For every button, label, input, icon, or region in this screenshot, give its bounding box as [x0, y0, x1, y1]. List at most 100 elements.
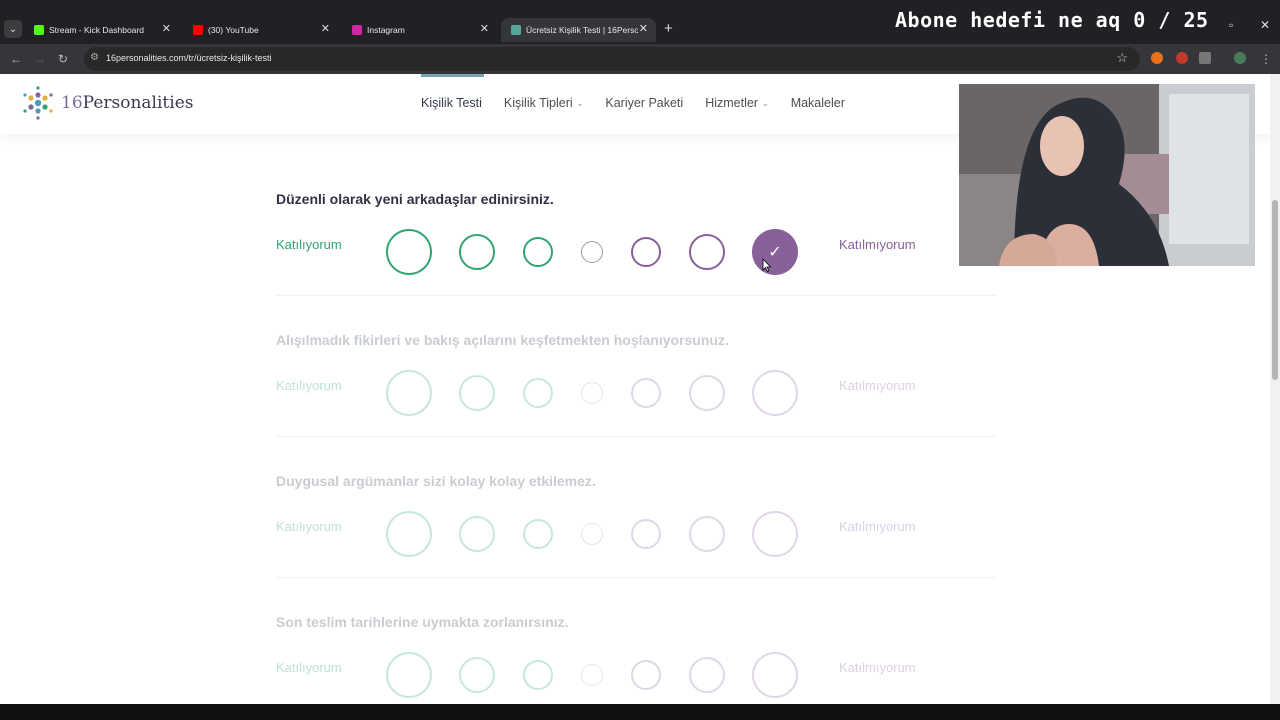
question-block: Son teslim tarihlerine uymakta zorlanırs… [276, 614, 996, 704]
agree-label: Katılıyorum [276, 660, 342, 675]
browser-tab-bar: ⌄ Stream - Kick Dashboard ✕ (30) YouTube ✕ I… [0, 0, 1280, 44]
nav-item-label: Hizmetler [705, 96, 758, 110]
extensions-puzzle-icon[interactable] [1199, 52, 1211, 64]
nav-item-label: Kişilik Testi [421, 96, 482, 110]
tab-favicon-icon [193, 25, 203, 35]
answer-option-4[interactable] [581, 523, 603, 545]
tab-search-icon[interactable]: ⌄ [4, 20, 22, 38]
question-text: Duygusal argümanlar sizi kolay kolay etk… [276, 473, 596, 489]
question-block: Duygusal argümanlar sizi kolay kolay etk… [276, 473, 996, 613]
logo-number: 16 [61, 93, 83, 113]
nav-item[interactable]: Makaleler [791, 96, 845, 110]
tab-close-icon[interactable]: ✕ [480, 22, 489, 35]
bookmark-star-icon[interactable]: ☆ [1116, 50, 1128, 66]
back-icon[interactable]: ← [6, 49, 26, 69]
answer-option-1[interactable] [386, 370, 432, 416]
answer-option-6[interactable] [689, 375, 725, 411]
disagree-label: Katılmıyorum [839, 378, 916, 393]
tab-label: Stream - Kick Dashboard [49, 25, 144, 35]
answer-option-3[interactable] [523, 237, 553, 267]
nav-item-label: Kişilik Tipleri [503, 96, 573, 110]
tab-close-icon[interactable]: ✕ [321, 22, 330, 35]
tab-favicon-icon [352, 25, 362, 35]
disagree-label: Katılmıyorum [839, 237, 916, 252]
stream-overlay-text: Abone hedefi ne aq 0 / 25 [895, 8, 1209, 32]
disagree-label: Katılmıyorum [839, 660, 916, 675]
answer-option-1[interactable] [386, 229, 432, 275]
nav-item[interactable]: Hizmetler ⌄ [705, 96, 769, 110]
extension-icon[interactable] [1151, 52, 1163, 64]
question-text: Son teslim tarihlerine uymakta zorlanırs… [276, 614, 569, 630]
question-block: Düzenli olarak yeni arkadaşlar edinirsin… [276, 191, 996, 331]
nav-item-label: Makaleler [790, 96, 845, 110]
answer-option-2[interactable] [459, 234, 495, 270]
question-text: Düzenli olarak yeni arkadaşlar edinirsin… [276, 191, 554, 207]
site-logo-text[interactable]: 16Personalities [61, 93, 193, 113]
nav-item[interactable]: Kişilik Tipleri ⌄ [504, 96, 583, 110]
answer-option-6[interactable] [689, 234, 725, 270]
agree-label: Katılıyorum [276, 237, 342, 252]
answer-option-2[interactable] [459, 657, 495, 693]
answer-option-7[interactable] [752, 370, 798, 416]
page-scrollbar[interactable] [1270, 74, 1280, 704]
answer-option-7[interactable] [752, 511, 798, 557]
16personalities-logo-icon[interactable] [20, 85, 56, 121]
tab-close-icon[interactable]: ✕ [639, 22, 648, 35]
new-tab-button[interactable]: + [664, 20, 673, 37]
answer-option-3[interactable] [523, 660, 553, 690]
logo-name: Personalities [82, 93, 194, 113]
address-bar[interactable]: ⚙ 16personalities.com/tr/ücretsiz-kişili… [84, 47, 1140, 71]
tab-label: Instagram [367, 25, 405, 35]
browser-tab[interactable]: Instagram ✕ [342, 18, 497, 42]
reload-icon[interactable]: ↻ [53, 49, 73, 69]
answer-option-3[interactable] [523, 519, 553, 549]
answer-option-4[interactable] [581, 241, 603, 263]
answer-option-5[interactable] [631, 519, 661, 549]
answer-option-6[interactable] [689, 516, 725, 552]
question-divider [276, 436, 996, 437]
browser-tab[interactable]: Ücretsiz Kişilik Testi | 16Personalities… [501, 18, 656, 42]
scrollbar-thumb[interactable] [1272, 200, 1278, 380]
answer-option-5[interactable] [631, 378, 661, 408]
answer-option-1[interactable] [386, 511, 432, 557]
answer-option-6[interactable] [689, 657, 725, 693]
browser-menu-icon[interactable]: ⋮ [1256, 49, 1276, 69]
nav-item[interactable]: Kariyer Paketi [605, 96, 683, 110]
site-info-icon[interactable]: ⚙ [90, 52, 99, 63]
address-bar-url[interactable]: 16personalities.com/tr/ücretsiz-kişilik-… [106, 53, 272, 63]
agree-label: Katılıyorum [276, 378, 342, 393]
browser-tab[interactable]: (30) YouTube ✕ [183, 18, 338, 42]
forward-icon[interactable]: → [30, 49, 50, 69]
extension-icon[interactable] [1176, 52, 1188, 64]
answer-option-7[interactable]: ✓ [752, 229, 798, 275]
close-window-icon[interactable]: ✕ [1260, 18, 1270, 32]
main-navigation: Kişilik Testi Kişilik Tipleri ⌄ Kariyer Pak… [421, 96, 845, 110]
nav-item[interactable]: Kişilik Testi [421, 96, 482, 110]
restore-window-icon[interactable]: ▫ [1229, 18, 1233, 32]
nav-active-indicator [421, 74, 484, 77]
chevron-down-icon: ⌄ [761, 98, 769, 108]
answer-option-2[interactable] [459, 375, 495, 411]
chevron-down-icon: ⌄ [576, 98, 584, 108]
answer-option-1[interactable] [386, 652, 432, 698]
question-divider [276, 577, 996, 578]
tab-close-icon[interactable]: ✕ [162, 22, 171, 35]
agree-label: Katılıyorum [276, 519, 342, 534]
tab-label: (30) YouTube [208, 25, 259, 35]
answer-option-5[interactable] [631, 237, 661, 267]
answer-option-4[interactable] [581, 664, 603, 686]
tab-label: Ücretsiz Kişilik Testi | 16Personalities [526, 25, 638, 35]
answer-option-2[interactable] [459, 516, 495, 552]
answer-option-7[interactable] [752, 652, 798, 698]
webcam-overlay [959, 84, 1255, 266]
browser-tab[interactable]: Stream - Kick Dashboard ✕ [24, 18, 179, 42]
profile-avatar[interactable] [1234, 52, 1246, 64]
question-divider [276, 295, 996, 296]
answer-option-4[interactable] [581, 382, 603, 404]
question-block: Alışılmadık fikirleri ve bakış açılarını… [276, 332, 996, 472]
answer-option-3[interactable] [523, 378, 553, 408]
answer-option-5[interactable] [631, 660, 661, 690]
mouse-pointer-icon [762, 258, 772, 272]
tab-favicon-icon [511, 25, 521, 35]
question-text: Alışılmadık fikirleri ve bakış açılarını… [276, 332, 729, 348]
